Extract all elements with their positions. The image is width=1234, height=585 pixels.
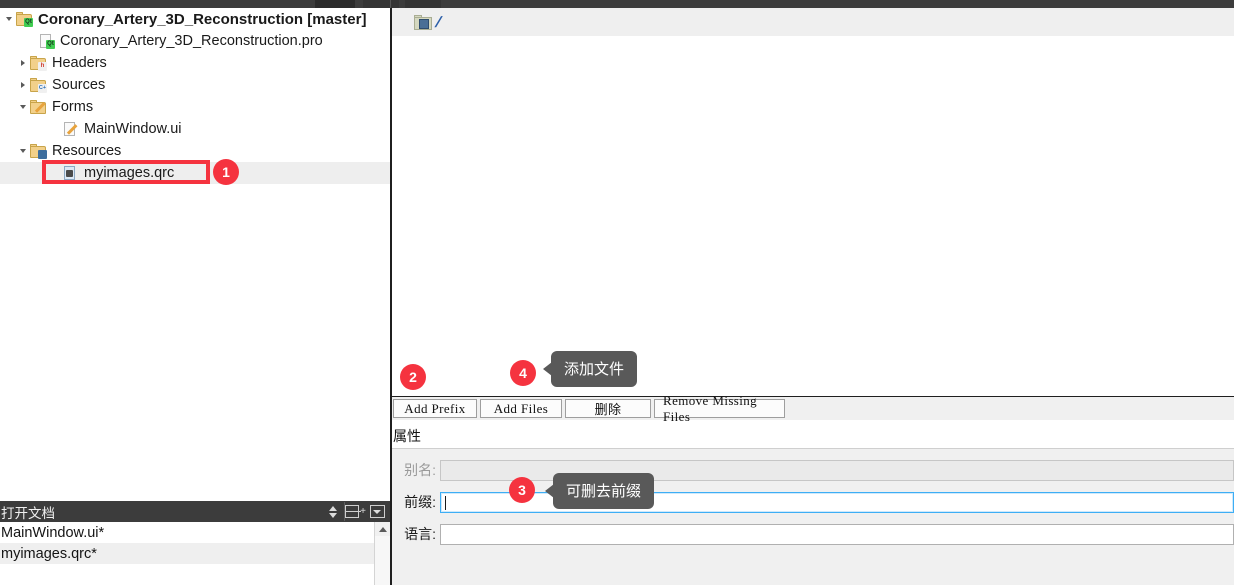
language-label: 语言: — [404, 526, 436, 542]
remove-button[interactable]: 删除 — [565, 399, 651, 418]
spacer-icon — [48, 118, 62, 140]
text-caret — [445, 495, 446, 510]
resources-folder-icon — [30, 144, 47, 159]
list-item[interactable]: myimages.qrc* — [0, 543, 390, 564]
tree-item-forms[interactable]: Forms — [0, 96, 390, 118]
chevron-right-icon[interactable] — [16, 52, 30, 74]
properties-title: 属性 — [393, 428, 421, 444]
tree-item-label: myimages.qrc — [84, 165, 175, 181]
open-documents-panel[interactable]: 打开文档 + MainWindow.ui* myimages.qrc* — [0, 501, 390, 585]
language-row: 语言: — [392, 523, 1234, 545]
list-item[interactable]: MainWindow.ui* — [0, 522, 390, 543]
qrc-prefix-label: / — [434, 13, 442, 31]
top-toolbar-strip — [0, 0, 1234, 8]
document-name: MainWindow.ui* — [1, 524, 105, 541]
scroll-up-arrow-icon[interactable] — [375, 522, 390, 536]
tree-item-headers[interactable]: h Headers — [0, 52, 390, 74]
tree-item-project-root[interactable]: Qt Coronary_Artery_3D_Reconstruction [ma… — [0, 8, 390, 30]
qt-creator-window: Qt Coronary_Artery_3D_Reconstruction [ma… — [0, 0, 1234, 585]
qrc-resource-tree[interactable]: / — [392, 8, 1234, 36]
properties-form: 别名: 前缀: 语言: — [392, 448, 1234, 585]
chevron-down-icon[interactable] — [16, 96, 30, 118]
tree-item-label: Forms — [52, 99, 94, 115]
documents-scrollbar[interactable] — [374, 522, 390, 585]
tree-item-resources[interactable]: Resources — [0, 140, 390, 162]
chevron-down-icon[interactable] — [2, 8, 16, 30]
qrc-file-icon — [62, 166, 78, 180]
tree-item-pro-file[interactable]: Qt Coronary_Artery_3D_Reconstruction.pro — [0, 30, 390, 52]
open-documents-list[interactable]: MainWindow.ui* myimages.qrc* — [0, 522, 390, 585]
language-field[interactable] — [440, 523, 1234, 545]
open-documents-header: 打开文档 + — [0, 501, 390, 522]
tree-item-label: MainWindow.ui — [84, 121, 182, 137]
annotation-callout-prefix: 可删去前缀 — [544, 473, 655, 509]
toolbar-divider — [390, 0, 391, 8]
tree-item-label: Sources — [52, 77, 106, 93]
tree-item-label: Resources — [52, 143, 122, 159]
annotation-badge-1: 1 — [213, 159, 239, 185]
remove-missing-files-button[interactable]: Remove Missing Files — [654, 393, 785, 424]
tree-item-label: Coronary_Artery_3D_Reconstruction [maste… — [38, 10, 367, 28]
add-prefix-button[interactable]: Add Prefix — [393, 399, 477, 418]
project-tree-panel[interactable]: Qt Coronary_Artery_3D_Reconstruction [ma… — [0, 8, 390, 501]
qt-pro-file-icon: Qt — [38, 34, 55, 49]
headers-folder-icon: h — [30, 56, 47, 71]
tree-item-label: Headers — [52, 55, 107, 71]
prefix-label: 前缀: — [404, 494, 436, 510]
qrc-button-bar: Add Prefix Add Files 删除 Remove Missing F… — [392, 393, 1234, 424]
add-files-button[interactable]: Add Files — [480, 399, 562, 418]
sources-folder-icon: C+ — [30, 78, 47, 93]
alias-label: 别名: — [404, 462, 436, 478]
sort-updown-icon[interactable] — [322, 502, 344, 521]
open-documents-title: 打开文档 — [1, 505, 55, 521]
annotation-badge-4: 4 — [510, 360, 536, 386]
toolbar-segment — [315, 0, 355, 8]
tree-item-sources[interactable]: C+ Sources — [0, 74, 390, 96]
tree-item-label: Coronary_Artery_3D_Reconstruction.pro — [60, 33, 323, 49]
qrc-file-list-area[interactable] — [392, 36, 1234, 393]
split-view-icon[interactable]: + — [344, 502, 366, 521]
qrc-prefix-folder-icon — [414, 14, 432, 30]
tree-item-mainwindow-ui[interactable]: MainWindow.ui — [0, 118, 390, 140]
qt-project-folder-icon: Qt — [16, 12, 33, 27]
toolbar-segment — [405, 0, 441, 8]
toolbar-segment — [363, 0, 399, 8]
document-name: myimages.qrc* — [1, 545, 97, 562]
annotation-badge-2: 2 — [400, 364, 426, 390]
spacer-icon — [24, 30, 38, 52]
tree-item-myimages-qrc[interactable]: myimages.qrc — [0, 162, 390, 184]
dropdown-menu-icon[interactable] — [366, 502, 388, 521]
annotation-callout-add-files: 添加文件 — [542, 351, 638, 387]
ui-file-icon — [62, 122, 78, 136]
qrc-prefix-node[interactable]: / — [392, 13, 442, 31]
chevron-right-icon[interactable] — [16, 74, 30, 96]
forms-folder-icon — [30, 100, 46, 114]
spacer-icon — [48, 162, 62, 184]
annotation-badge-3: 3 — [509, 477, 535, 503]
chevron-down-icon[interactable] — [16, 140, 30, 162]
